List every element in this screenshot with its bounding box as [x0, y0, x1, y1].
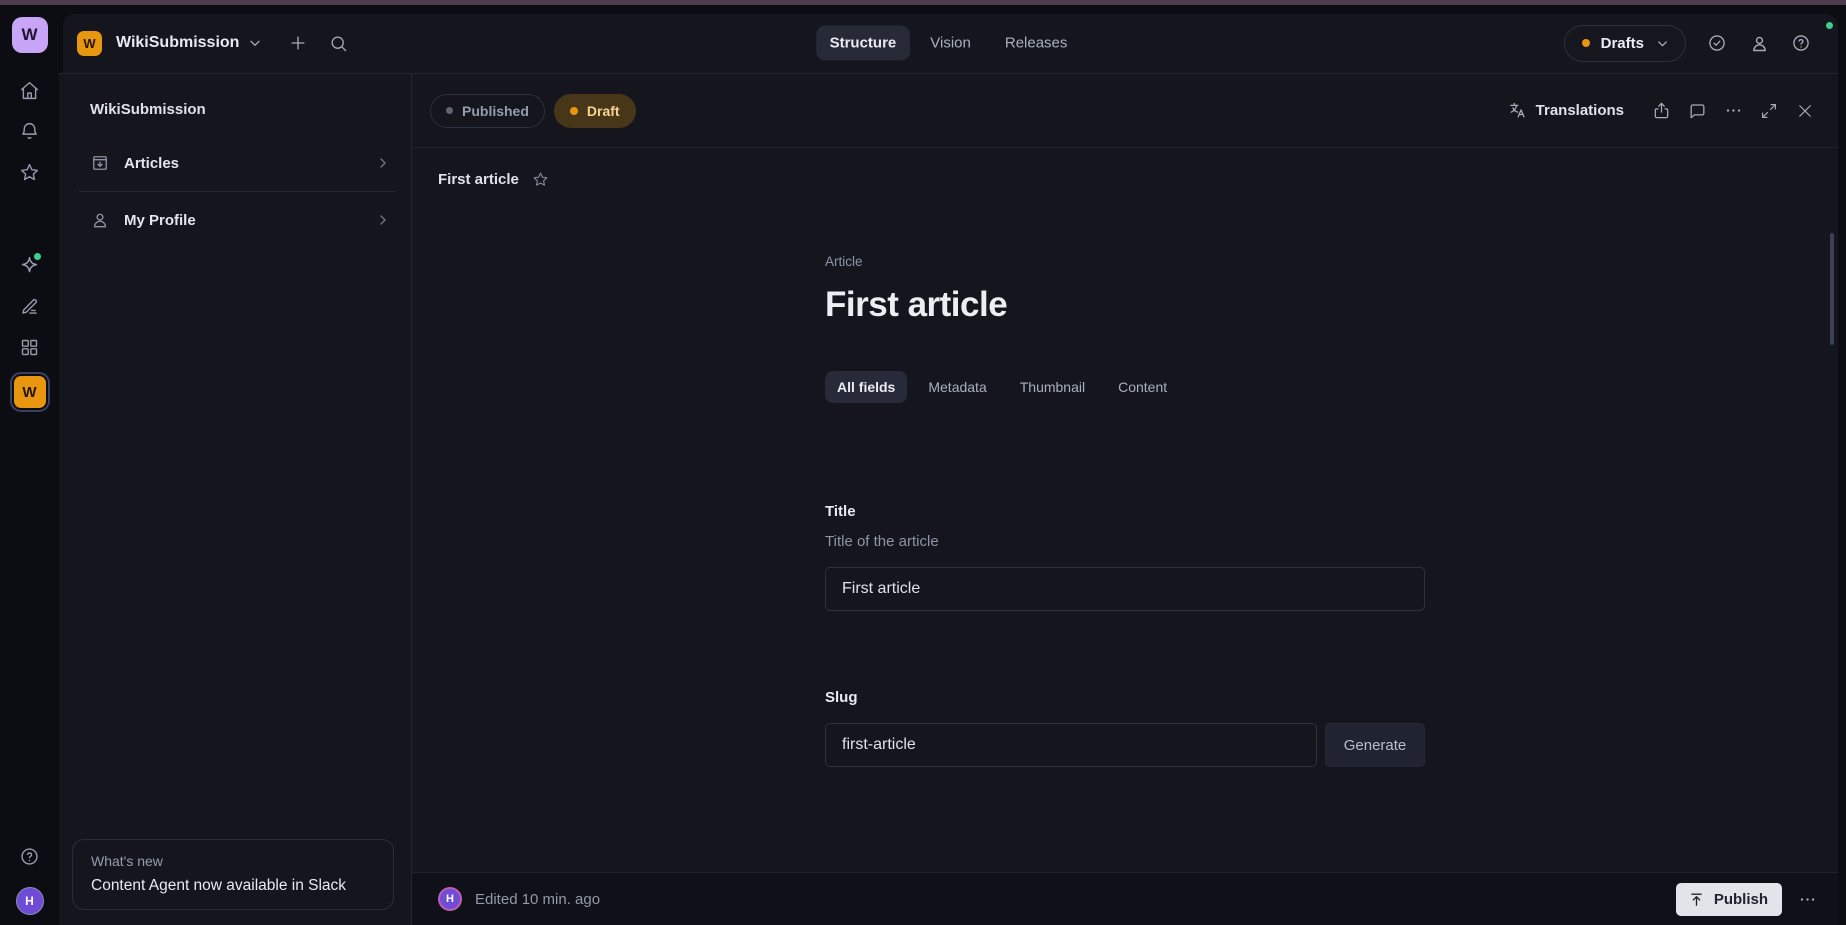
- workspace-initial: W: [14, 376, 46, 408]
- slug-field-group: Slug Generate: [825, 689, 1425, 767]
- field-group-tabs: All fields Metadata Thumbnail Content: [825, 371, 1425, 403]
- favorites-star-icon[interactable]: [12, 154, 48, 190]
- rail-bottom-group: H: [12, 838, 48, 915]
- title-field-label: Title: [825, 503, 1425, 520]
- archive-box-icon: [90, 153, 110, 173]
- whats-new-title: What's new: [91, 853, 375, 869]
- draft-status-dot: [570, 107, 578, 115]
- footer-actions: Publish: [1676, 882, 1824, 916]
- close-pane-icon[interactable]: [1788, 94, 1822, 128]
- published-status-dot: [446, 107, 453, 114]
- translate-icon: [1508, 101, 1527, 120]
- tasks-check-circle-icon[interactable]: [1700, 26, 1734, 60]
- field-tab-thumbnail[interactable]: Thumbnail: [1008, 371, 1097, 403]
- slug-input[interactable]: [825, 723, 1317, 767]
- edited-timestamp: Edited 10 min. ago: [475, 891, 600, 908]
- field-tab-content[interactable]: Content: [1106, 371, 1179, 403]
- field-tab-metadata[interactable]: Metadata: [916, 371, 998, 403]
- document-title-heading: First article: [825, 285, 1425, 325]
- project-logo[interactable]: W: [12, 17, 48, 53]
- field-tab-all-fields[interactable]: All fields: [825, 371, 907, 403]
- user-avatar[interactable]: H: [16, 887, 44, 915]
- user-notification-dot: [1826, 22, 1833, 29]
- active-workspace-button[interactable]: W: [10, 372, 50, 412]
- sidebar-item-my-profile[interactable]: My Profile: [59, 197, 411, 243]
- translations-label: Translations: [1536, 102, 1624, 119]
- translations-button[interactable]: Translations: [1498, 94, 1634, 127]
- editor-avatar[interactable]: H: [438, 887, 462, 911]
- document-body: Article First article All fields Metadat…: [412, 210, 1838, 872]
- document-pane-header: Published Draft Translations: [412, 74, 1838, 148]
- share-icon[interactable]: [1644, 94, 1678, 128]
- drafts-label: Drafts: [1601, 35, 1644, 52]
- drafts-status-dot: [1582, 39, 1590, 47]
- publish-label: Publish: [1714, 891, 1768, 908]
- help-icon[interactable]: [12, 838, 48, 874]
- document-pane: Published Draft Translations: [412, 74, 1838, 925]
- drafts-chevron-down-icon: [1655, 36, 1670, 51]
- pane-actions: Translations: [1498, 94, 1822, 128]
- tab-releases[interactable]: Releases: [991, 26, 1082, 61]
- notifications-bell-icon[interactable]: [12, 113, 48, 149]
- create-new-plus-icon[interactable]: [281, 26, 315, 60]
- title-field-description: Title of the article: [825, 533, 1425, 550]
- vertical-scrollbar-thumb[interactable]: [1830, 233, 1834, 345]
- community-user-icon[interactable]: [1742, 26, 1776, 60]
- navbar-right-group: Drafts: [1564, 25, 1818, 62]
- structure-sidebar: WikiSubmission Articles My Profile: [59, 74, 412, 925]
- publish-arrow-icon: [1688, 891, 1705, 908]
- person-icon: [90, 210, 110, 230]
- title-input[interactable]: [825, 567, 1425, 611]
- workspace: WikiSubmission Articles My Profile: [59, 73, 1838, 925]
- whats-new-card[interactable]: What's new Content Agent now available i…: [72, 839, 394, 910]
- main-column: W WikiSubmission Drafts: [59, 5, 1838, 925]
- sidebar-item-articles[interactable]: Articles: [59, 140, 411, 186]
- document-breadcrumb-row: First article: [412, 148, 1838, 210]
- sparkle-notification-dot: [34, 253, 41, 260]
- app-root: W W H: [0, 5, 1846, 925]
- document-footer: H Edited 10 min. ago Publish: [412, 872, 1838, 925]
- sidebar-spacer: [59, 243, 411, 839]
- draft-label: Draft: [587, 103, 620, 119]
- favorite-star-icon[interactable]: [530, 169, 551, 190]
- chevron-right-icon: [375, 212, 391, 228]
- expand-pane-icon[interactable]: [1752, 94, 1786, 128]
- top-navbar: W WikiSubmission Drafts: [59, 5, 1838, 73]
- icon-rail: W W H: [0, 5, 59, 925]
- workspace-name[interactable]: WikiSubmission: [116, 34, 239, 52]
- published-version-chip[interactable]: Published: [430, 94, 545, 128]
- help-circle-icon[interactable]: [1784, 26, 1818, 60]
- workspace-badge[interactable]: W: [77, 31, 102, 56]
- footer-more-options-icon[interactable]: [1790, 882, 1824, 916]
- tool-tabs: Structure Vision Releases: [816, 26, 1082, 61]
- draft-version-chip[interactable]: Draft: [554, 94, 636, 128]
- document-type-label: Article: [825, 254, 1425, 269]
- compose-pencil-icon[interactable]: [12, 288, 48, 324]
- generate-slug-button[interactable]: Generate: [1325, 723, 1425, 767]
- document-breadcrumb-title: First article: [438, 171, 519, 188]
- slug-field-label: Slug: [825, 689, 1425, 706]
- ai-sparkle-icon[interactable]: [12, 247, 48, 283]
- tab-structure[interactable]: Structure: [816, 26, 911, 61]
- search-icon[interactable]: [321, 26, 355, 60]
- more-options-icon[interactable]: [1716, 94, 1750, 128]
- whats-new-message: Content Agent now available in Slack: [91, 877, 375, 895]
- slug-input-row: Generate: [825, 723, 1425, 767]
- comments-icon[interactable]: [1680, 94, 1714, 128]
- sidebar-title: WikiSubmission: [59, 74, 411, 140]
- workspace-chevron-down-icon[interactable]: [243, 26, 267, 60]
- title-field-group: Title Title of the article: [825, 503, 1425, 611]
- publish-button[interactable]: Publish: [1676, 883, 1782, 916]
- tab-vision[interactable]: Vision: [916, 26, 985, 61]
- home-icon[interactable]: [12, 72, 48, 108]
- sidebar-item-label: My Profile: [124, 212, 196, 229]
- apps-grid-icon[interactable]: [12, 329, 48, 365]
- drafts-perspective-button[interactable]: Drafts: [1564, 25, 1686, 62]
- sidebar-item-label: Articles: [124, 155, 179, 172]
- published-label: Published: [462, 103, 529, 119]
- sidebar-divider: [79, 191, 395, 192]
- document-form: Article First article All fields Metadat…: [825, 210, 1425, 767]
- chevron-right-icon: [375, 155, 391, 171]
